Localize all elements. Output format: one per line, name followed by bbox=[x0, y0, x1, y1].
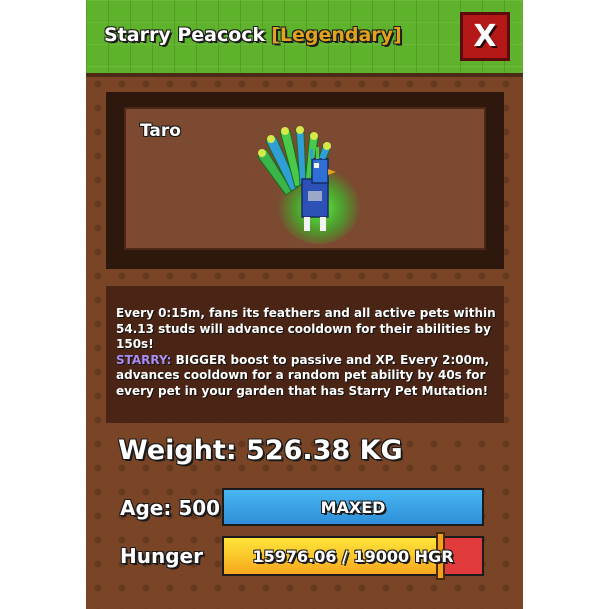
panel-title: Starry Peacock [Legendary] bbox=[104, 24, 402, 46]
starry-mutation-tag: STARRY: bbox=[116, 352, 172, 367]
age-progress-bar: MAXED bbox=[222, 488, 484, 526]
pet-type-name: Starry Peacock bbox=[104, 24, 266, 46]
description-line: advances cooldown for a random pet abili… bbox=[116, 368, 486, 382]
pet-weight: Weight: 526.38 KG bbox=[118, 435, 403, 466]
starry-bonus-text: BIGGER boost to passive and XP. Every 2:… bbox=[171, 352, 490, 367]
pet-preview: Taro bbox=[124, 107, 486, 250]
hunger-bar-text: 15976.06 / 19000 HGR bbox=[252, 546, 454, 566]
age-label: Age: 500 bbox=[120, 496, 221, 520]
pet-nickname: Taro bbox=[140, 121, 181, 141]
rarity-label: [Legendary] bbox=[271, 24, 402, 46]
close-button[interactable]: X bbox=[460, 12, 510, 61]
description-line: 150s! bbox=[116, 337, 154, 351]
pet-info-panel: Starry Peacock [Legendary] X Taro Every … bbox=[86, 0, 523, 609]
description-line: 54.13 studs will advance cooldown for th… bbox=[116, 321, 491, 336]
pet-preview-frame: Taro bbox=[106, 92, 504, 269]
hunger-label: Hunger bbox=[120, 544, 203, 568]
description-line: Every 0:15m, fans its feathers and all a… bbox=[116, 306, 496, 320]
panel-header: Starry Peacock [Legendary] X bbox=[86, 0, 523, 77]
hunger-bar: 15976.06 / 19000 HGR bbox=[222, 532, 484, 580]
description-line: STARRY: BIGGER boost to passive and XP. … bbox=[116, 353, 494, 369]
ability-description: Every 0:15m, fans its feathers and all a… bbox=[106, 286, 504, 423]
description-line: every pet in your garden that has Starry… bbox=[116, 383, 489, 398]
age-bar-text: MAXED bbox=[320, 497, 386, 517]
peacock-pet-icon bbox=[257, 126, 361, 244]
